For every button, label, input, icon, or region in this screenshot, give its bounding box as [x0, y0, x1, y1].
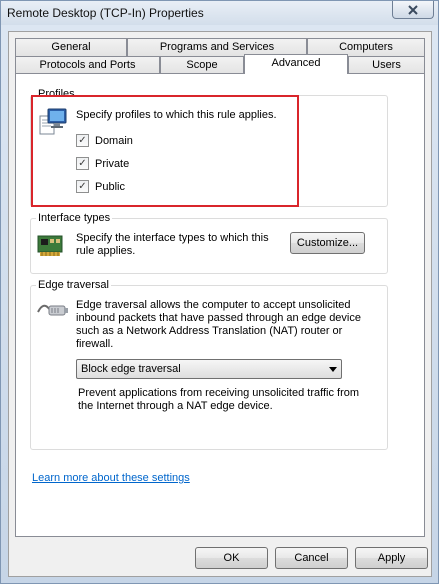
tab-label: General	[51, 41, 91, 53]
tab-label: Programs and Services	[159, 41, 275, 53]
tab-protocols-and-ports[interactable]: Protocols and Ports	[15, 56, 160, 74]
dialog-client-area: General Programs and Services Computers …	[8, 31, 432, 577]
edge-traversal-select[interactable]: Block edge traversal	[76, 359, 342, 379]
tab-scope[interactable]: Scope	[160, 56, 244, 74]
interface-types-description: Specify the interface types to which thi…	[76, 232, 269, 257]
advanced-tab-page: Profiles Specify profiles to which this …	[15, 73, 425, 537]
tab-label: Protocols and Ports	[39, 59, 136, 71]
tab-advanced[interactable]: Advanced	[244, 54, 348, 74]
cancel-button[interactable]: Cancel	[275, 547, 348, 569]
learn-more-link[interactable]: Learn more about these settings	[32, 472, 190, 484]
edge-traversal-description: Edge traversal allows the computer to ac…	[76, 299, 361, 350]
tab-general[interactable]: General	[15, 38, 127, 56]
title-bar: Remote Desktop (TCP-In) Properties	[1, 1, 438, 25]
highlight-annotation-box	[31, 95, 299, 207]
window-title: Remote Desktop (TCP-In) Properties	[7, 6, 204, 20]
tab-users[interactable]: Users	[348, 56, 425, 74]
tab-label: Scope	[186, 59, 218, 71]
edge-traversal-selected-value: Block edge traversal	[81, 363, 181, 375]
network-card-icon	[37, 235, 63, 256]
ok-button[interactable]: OK	[195, 547, 268, 569]
apply-button[interactable]: Apply	[355, 547, 428, 569]
interface-types-group-label: Interface types	[36, 212, 113, 224]
tab-label: Computers	[339, 41, 393, 53]
tab-label: Users	[372, 59, 401, 71]
close-button[interactable]	[392, 1, 434, 19]
close-x-icon	[408, 4, 418, 15]
cable-connector-icon	[37, 304, 68, 316]
customize-button[interactable]: Customize...	[290, 232, 365, 254]
tab-label: Advanced	[271, 57, 321, 69]
properties-dialog: Remote Desktop (TCP-In) Properties Gener…	[0, 0, 439, 584]
chevron-down-icon	[329, 367, 337, 372]
edge-traversal-group-label: Edge traversal	[36, 279, 111, 291]
edge-traversal-option-description: Prevent applications from receiving unso…	[78, 387, 360, 412]
